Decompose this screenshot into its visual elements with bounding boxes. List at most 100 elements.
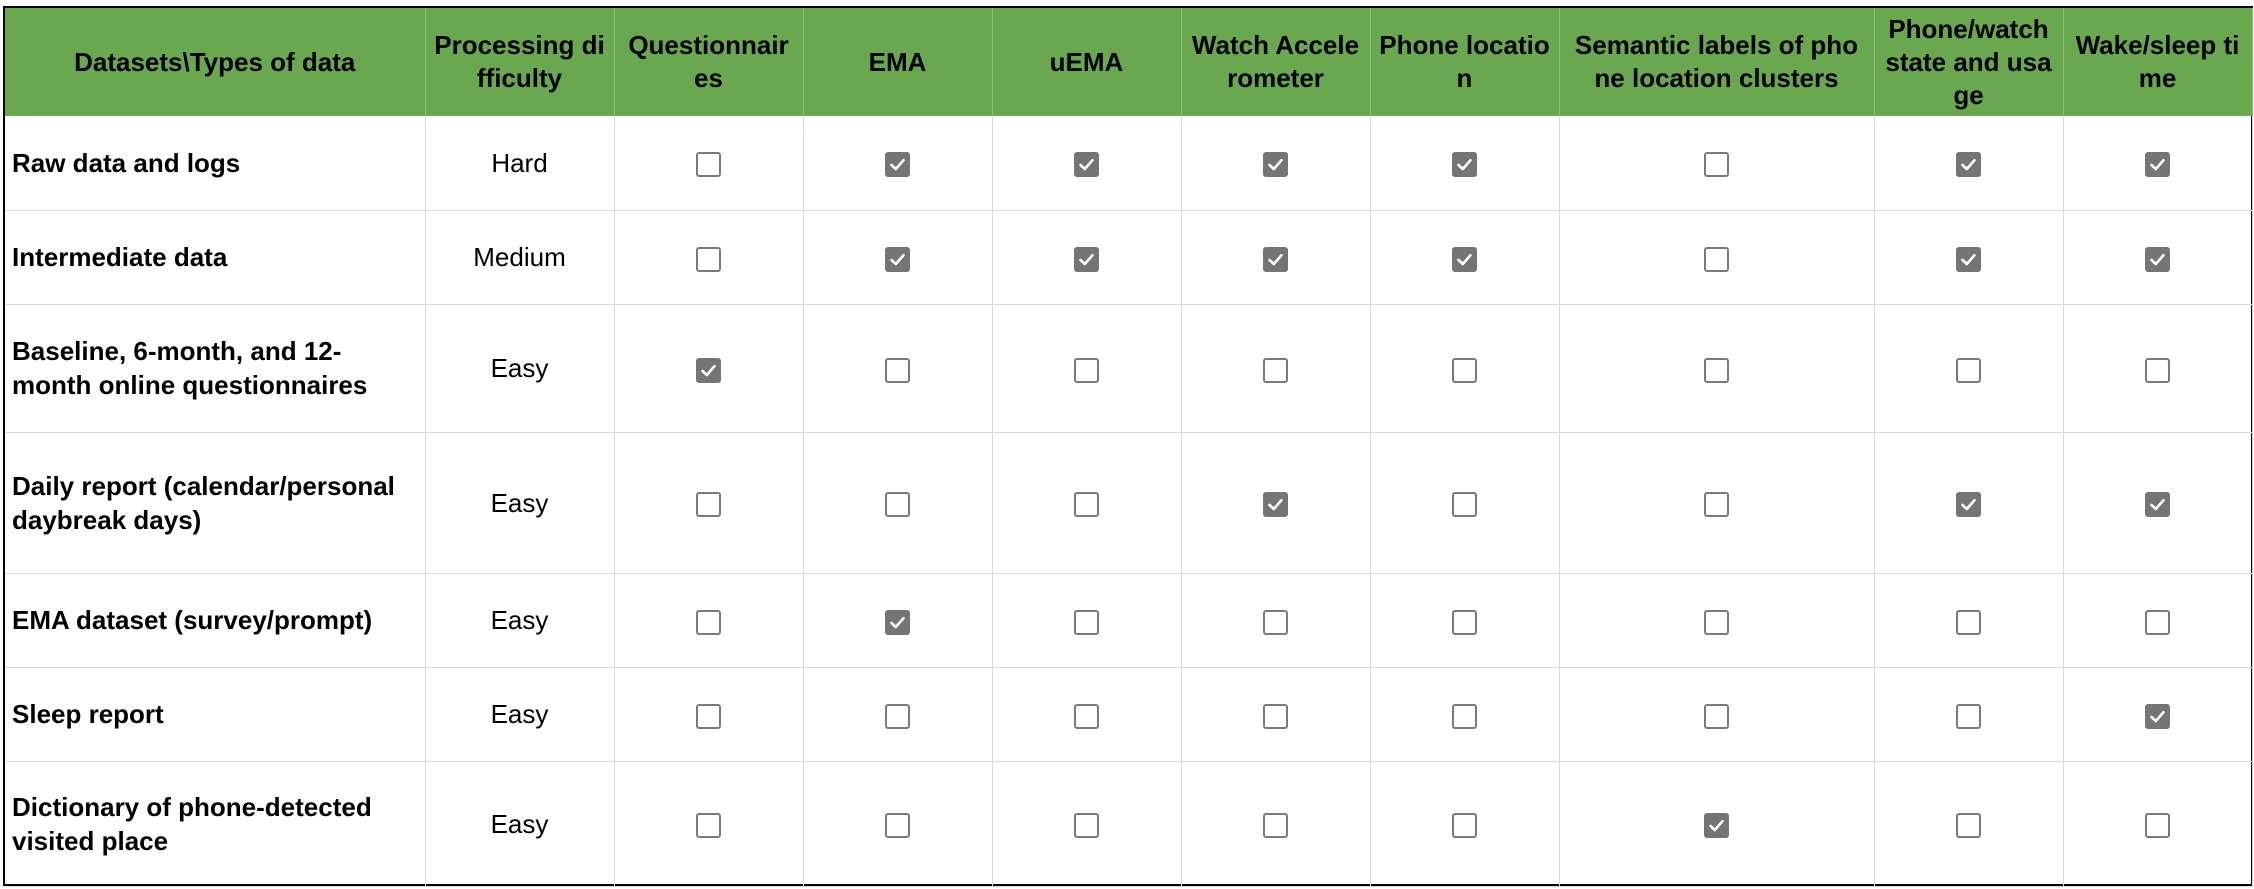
checkbox-unchecked-icon[interactable] <box>696 703 721 729</box>
checkbox-cell[interactable] <box>803 304 993 433</box>
checkbox-cell[interactable] <box>2063 304 2253 433</box>
dataset-name-cell[interactable]: Intermediate data <box>5 210 426 305</box>
checkbox-checked-icon[interactable] <box>1263 152 1288 178</box>
header-cell-ema[interactable]: EMA <box>803 8 993 116</box>
header-cell-processing-difficulty[interactable]: Processing difficulty <box>425 8 615 116</box>
processing-difficulty-cell[interactable]: Easy <box>425 573 615 668</box>
checkbox-unchecked-icon[interactable] <box>1452 492 1477 518</box>
checkbox-cell[interactable] <box>803 210 993 305</box>
checkbox-cell[interactable] <box>803 432 993 574</box>
checkbox-checked-icon[interactable] <box>1452 246 1477 272</box>
checkbox-cell[interactable] <box>1874 573 2064 668</box>
checkbox-cell[interactable] <box>2063 116 2253 211</box>
checkbox-checked-icon[interactable] <box>1704 813 1729 839</box>
checkbox-unchecked-icon[interactable] <box>1263 703 1288 729</box>
checkbox-cell[interactable] <box>2063 667 2253 762</box>
dataset-name-cell[interactable]: EMA dataset (survey/prompt) <box>5 573 426 668</box>
processing-difficulty-cell[interactable]: Easy <box>425 304 615 433</box>
dataset-name-cell[interactable]: Raw data and logs <box>5 116 426 211</box>
checkbox-unchecked-icon[interactable] <box>1452 703 1477 729</box>
checkbox-cell[interactable] <box>803 573 993 668</box>
checkbox-unchecked-icon[interactable] <box>885 813 910 839</box>
checkbox-cell[interactable] <box>2063 210 2253 305</box>
dataset-name-cell[interactable]: Sleep report <box>5 667 426 762</box>
header-cell-datasets[interactable]: Datasets\Types of data <box>5 8 426 116</box>
checkbox-unchecked-icon[interactable] <box>2145 357 2170 383</box>
checkbox-unchecked-icon[interactable] <box>696 152 721 178</box>
checkbox-checked-icon[interactable] <box>2145 492 2170 518</box>
checkbox-cell[interactable] <box>992 761 1182 887</box>
checkbox-unchecked-icon[interactable] <box>1263 609 1288 635</box>
checkbox-cell[interactable] <box>1874 432 2064 574</box>
processing-difficulty-cell[interactable]: Hard <box>425 116 615 211</box>
checkbox-cell[interactable] <box>1370 667 1560 762</box>
checkbox-checked-icon[interactable] <box>1074 152 1099 178</box>
checkbox-checked-icon[interactable] <box>2145 703 2170 729</box>
processing-difficulty-cell[interactable]: Easy <box>425 667 615 762</box>
processing-difficulty-cell[interactable]: Easy <box>425 761 615 887</box>
header-cell-wake-sleep-time[interactable]: Wake/sleep time <box>2063 8 2253 116</box>
checkbox-cell[interactable] <box>1874 304 2064 433</box>
checkbox-cell[interactable] <box>2063 573 2253 668</box>
checkbox-checked-icon[interactable] <box>1263 246 1288 272</box>
checkbox-cell[interactable] <box>992 210 1182 305</box>
checkbox-checked-icon[interactable] <box>885 152 910 178</box>
checkbox-cell[interactable] <box>1559 432 1875 574</box>
checkbox-cell[interactable] <box>614 573 804 668</box>
checkbox-cell[interactable] <box>1559 761 1875 887</box>
checkbox-checked-icon[interactable] <box>1956 152 1981 178</box>
dataset-name-cell[interactable]: Baseline, 6-month, and 12-month online q… <box>5 304 426 433</box>
header-cell-phone-location[interactable]: Phone location <box>1370 8 1560 116</box>
checkbox-cell[interactable] <box>2063 761 2253 887</box>
checkbox-checked-icon[interactable] <box>696 357 721 383</box>
checkbox-unchecked-icon[interactable] <box>696 813 721 839</box>
checkbox-unchecked-icon[interactable] <box>885 357 910 383</box>
checkbox-cell[interactable] <box>614 667 804 762</box>
checkbox-cell[interactable] <box>614 432 804 574</box>
checkbox-cell[interactable] <box>614 304 804 433</box>
checkbox-cell[interactable] <box>1559 116 1875 211</box>
checkbox-checked-icon[interactable] <box>885 246 910 272</box>
checkbox-cell[interactable] <box>1181 432 1371 574</box>
checkbox-unchecked-icon[interactable] <box>2145 813 2170 839</box>
checkbox-cell[interactable] <box>1181 304 1371 433</box>
checkbox-unchecked-icon[interactable] <box>1263 813 1288 839</box>
checkbox-cell[interactable] <box>1559 210 1875 305</box>
checkbox-unchecked-icon[interactable] <box>1956 813 1981 839</box>
checkbox-unchecked-icon[interactable] <box>1074 703 1099 729</box>
checkbox-cell[interactable] <box>1370 432 1560 574</box>
checkbox-cell[interactable] <box>992 304 1182 433</box>
header-cell-uema[interactable]: uEMA <box>992 8 1182 116</box>
checkbox-unchecked-icon[interactable] <box>885 703 910 729</box>
checkbox-cell[interactable] <box>803 116 993 211</box>
checkbox-cell[interactable] <box>2063 432 2253 574</box>
checkbox-unchecked-icon[interactable] <box>696 246 721 272</box>
checkbox-unchecked-icon[interactable] <box>1956 703 1981 729</box>
checkbox-cell[interactable] <box>1874 210 2064 305</box>
checkbox-checked-icon[interactable] <box>1263 492 1288 518</box>
checkbox-unchecked-icon[interactable] <box>885 492 910 518</box>
checkbox-checked-icon[interactable] <box>2145 152 2170 178</box>
checkbox-unchecked-icon[interactable] <box>1074 492 1099 518</box>
processing-difficulty-cell[interactable]: Medium <box>425 210 615 305</box>
checkbox-cell[interactable] <box>992 573 1182 668</box>
checkbox-unchecked-icon[interactable] <box>1263 357 1288 383</box>
header-cell-semantic-labels[interactable]: Semantic labels of phone location cluste… <box>1559 8 1875 116</box>
checkbox-cell[interactable] <box>614 116 804 211</box>
checkbox-checked-icon[interactable] <box>1956 246 1981 272</box>
checkbox-cell[interactable] <box>1559 573 1875 668</box>
dataset-name-cell[interactable]: Daily report (calendar/personal daybreak… <box>5 432 426 574</box>
checkbox-cell[interactable] <box>1181 573 1371 668</box>
checkbox-unchecked-icon[interactable] <box>1704 703 1729 729</box>
header-cell-watch-accelerometer[interactable]: Watch Accelerometer <box>1181 8 1371 116</box>
checkbox-checked-icon[interactable] <box>2145 246 2170 272</box>
checkbox-cell[interactable] <box>1370 304 1560 433</box>
checkbox-unchecked-icon[interactable] <box>1452 609 1477 635</box>
checkbox-unchecked-icon[interactable] <box>1704 246 1729 272</box>
checkbox-cell[interactable] <box>1370 210 1560 305</box>
checkbox-unchecked-icon[interactable] <box>1452 813 1477 839</box>
checkbox-cell[interactable] <box>992 432 1182 574</box>
checkbox-checked-icon[interactable] <box>1074 246 1099 272</box>
checkbox-checked-icon[interactable] <box>1956 492 1981 518</box>
checkbox-cell[interactable] <box>614 210 804 305</box>
